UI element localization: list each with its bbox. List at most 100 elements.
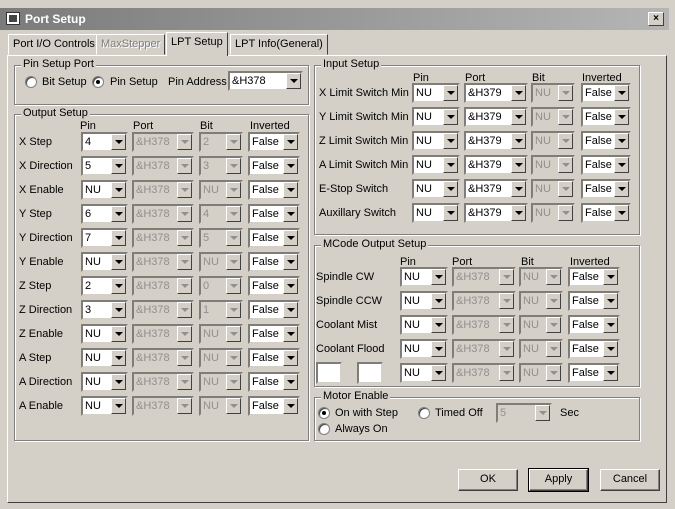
inverted-select[interactable]: False	[248, 180, 300, 200]
inverted-select[interactable]: False	[248, 396, 300, 416]
pin-select[interactable]: NU	[412, 155, 460, 175]
chevron-down-icon[interactable]	[431, 317, 446, 333]
inverted-select[interactable]: False	[581, 179, 631, 199]
chevron-down-icon[interactable]	[283, 350, 298, 366]
chevron-down-icon[interactable]	[111, 326, 126, 342]
inverted-select[interactable]: False	[568, 267, 620, 287]
apply-button[interactable]: Apply	[528, 468, 589, 492]
chevron-down-icon[interactable]	[283, 326, 298, 342]
chevron-down-icon[interactable]	[511, 109, 526, 125]
tab-port-io-controls[interactable]: Port I/O Controls	[8, 34, 100, 55]
chevron-down-icon[interactable]	[614, 85, 629, 101]
pin-select[interactable]: NU	[400, 315, 448, 335]
chevron-down-icon[interactable]	[111, 158, 126, 174]
chevron-down-icon[interactable]	[511, 85, 526, 101]
chevron-down-icon[interactable]	[283, 302, 298, 318]
timed-off-radio[interactable]	[418, 407, 430, 419]
ok-button[interactable]: OK	[458, 469, 518, 491]
chevron-down-icon[interactable]	[111, 182, 126, 198]
inverted-select[interactable]: False	[248, 372, 300, 392]
chevron-down-icon[interactable]	[614, 157, 629, 173]
inverted-select[interactable]: False	[248, 324, 300, 344]
inverted-select[interactable]: False	[568, 315, 620, 335]
chevron-down-icon[interactable]	[283, 374, 298, 390]
chevron-down-icon[interactable]	[111, 230, 126, 246]
chevron-down-icon[interactable]	[283, 254, 298, 270]
chevron-down-icon[interactable]	[443, 85, 458, 101]
chevron-down-icon[interactable]	[614, 109, 629, 125]
chevron-down-icon[interactable]	[431, 341, 446, 357]
pin-select[interactable]: NU	[400, 363, 448, 383]
inverted-select[interactable]: False	[248, 204, 300, 224]
tab-lpt-info-general[interactable]: LPT Info(General)	[230, 34, 328, 55]
pin-select[interactable]: NU	[81, 372, 128, 392]
pin-select[interactable]: NU	[400, 291, 448, 311]
chevron-down-icon[interactable]	[614, 181, 629, 197]
chevron-down-icon[interactable]	[443, 109, 458, 125]
chevron-down-icon[interactable]	[431, 293, 446, 309]
bit-setup-radio[interactable]	[25, 76, 37, 88]
inverted-select[interactable]: False	[581, 131, 631, 151]
inverted-select[interactable]: False	[248, 276, 300, 296]
chevron-down-icon[interactable]	[111, 134, 126, 150]
pin-select[interactable]: NU	[81, 252, 128, 272]
chevron-down-icon[interactable]	[283, 230, 298, 246]
chevron-down-icon[interactable]	[603, 341, 618, 357]
chevron-down-icon[interactable]	[614, 205, 629, 221]
pin-select[interactable]: NU	[81, 348, 128, 368]
port-select[interactable]: &H379	[464, 107, 528, 127]
mcode-custom-field-1[interactable]	[316, 362, 342, 384]
pin-select[interactable]: 6	[81, 204, 128, 224]
chevron-down-icon[interactable]	[614, 133, 629, 149]
chevron-down-icon[interactable]	[286, 73, 301, 89]
pin-select[interactable]: NU	[81, 324, 128, 344]
port-select[interactable]: &H379	[464, 179, 528, 199]
chevron-down-icon[interactable]	[283, 134, 298, 150]
chevron-down-icon[interactable]	[111, 374, 126, 390]
pin-select[interactable]: NU	[412, 203, 460, 223]
chevron-down-icon[interactable]	[283, 182, 298, 198]
chevron-down-icon[interactable]	[603, 293, 618, 309]
chevron-down-icon[interactable]	[603, 269, 618, 285]
pin-select[interactable]: 3	[81, 300, 128, 320]
pin-select[interactable]: NU	[412, 107, 460, 127]
chevron-down-icon[interactable]	[511, 133, 526, 149]
chevron-down-icon[interactable]	[603, 365, 618, 381]
pin-select[interactable]: NU	[400, 267, 448, 287]
chevron-down-icon[interactable]	[443, 157, 458, 173]
chevron-down-icon[interactable]	[283, 206, 298, 222]
chevron-down-icon[interactable]	[431, 365, 446, 381]
title-bar[interactable]: Port Setup ×	[0, 8, 669, 30]
pin-select[interactable]: NU	[412, 179, 460, 199]
inverted-select[interactable]: False	[581, 107, 631, 127]
inverted-select[interactable]: False	[568, 339, 620, 359]
always-on-radio[interactable]	[318, 423, 330, 435]
mcode-custom-field-2[interactable]	[357, 362, 383, 384]
chevron-down-icon[interactable]	[283, 398, 298, 414]
inverted-select[interactable]: False	[248, 348, 300, 368]
chevron-down-icon[interactable]	[511, 157, 526, 173]
pin-select[interactable]: NU	[412, 83, 460, 103]
inverted-select[interactable]: False	[248, 252, 300, 272]
pin-address-select[interactable]: &H378	[228, 71, 303, 91]
on-with-step-radio[interactable]	[318, 407, 330, 419]
pin-select[interactable]: 2	[81, 276, 128, 296]
port-select[interactable]: &H379	[464, 83, 528, 103]
chevron-down-icon[interactable]	[111, 278, 126, 294]
pin-select[interactable]: NU	[81, 180, 128, 200]
chevron-down-icon[interactable]	[111, 350, 126, 366]
chevron-down-icon[interactable]	[111, 398, 126, 414]
inverted-select[interactable]: False	[568, 291, 620, 311]
pin-select[interactable]: NU	[81, 396, 128, 416]
tab-lpt-setup[interactable]: LPT Setup	[166, 32, 228, 56]
chevron-down-icon[interactable]	[283, 278, 298, 294]
pin-select[interactable]: NU	[400, 339, 448, 359]
chevron-down-icon[interactable]	[283, 158, 298, 174]
chevron-down-icon[interactable]	[431, 269, 446, 285]
chevron-down-icon[interactable]	[603, 317, 618, 333]
close-button[interactable]: ×	[648, 12, 664, 26]
chevron-down-icon[interactable]	[443, 133, 458, 149]
pin-setup-radio[interactable]	[92, 76, 104, 88]
inverted-select[interactable]: False	[248, 156, 300, 176]
chevron-down-icon[interactable]	[111, 206, 126, 222]
